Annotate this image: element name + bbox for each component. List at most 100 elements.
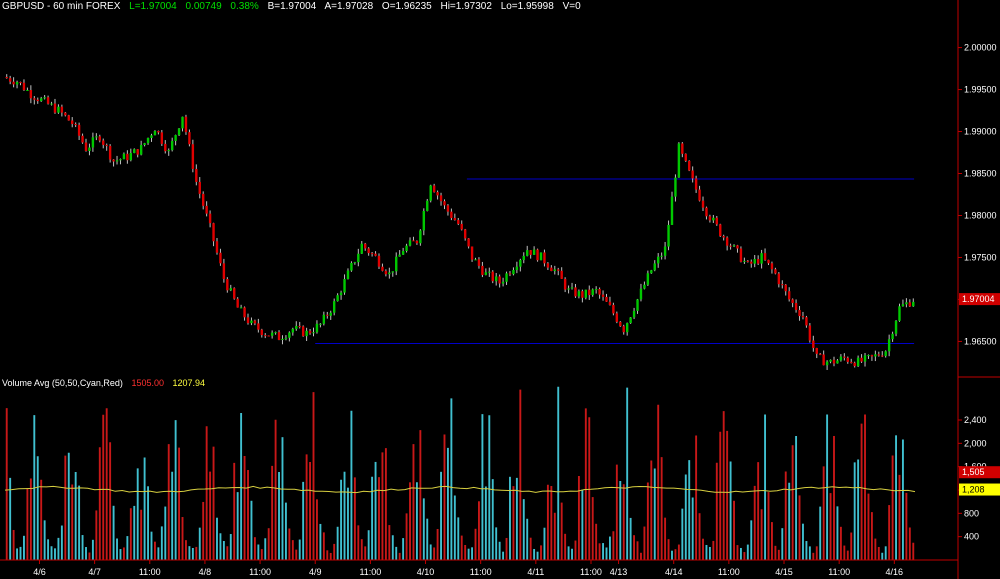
candle-body [557,269,560,271]
time-tick-label: 4/14 [665,567,683,577]
candle-body [346,270,350,280]
price-tick-label: 1.99000 [964,127,997,137]
candle-body [157,130,160,133]
candle-body [581,291,584,298]
candle-body [881,355,884,357]
price-chart[interactable]: 2.00000 1.99500 1.99000 1.98500 1.98000 1.975… [0,0,1000,579]
candle-body [808,325,812,341]
candle-body [405,245,408,251]
low-price: Lo=1.95998 [500,1,554,12]
volume-tick-label: 800 [964,508,979,518]
candle-body [539,252,543,261]
candle-body [894,320,898,334]
candle-body [291,328,295,333]
candle-body [443,201,446,206]
candle-body [315,323,319,333]
candle-body [360,243,363,254]
candle-body [253,320,257,324]
candle-body [791,299,794,303]
time-tick-label: 4/15 [775,567,793,577]
candle-body [205,205,208,214]
candle-body [270,332,274,336]
candle-body [591,289,594,296]
candle-body [74,124,77,126]
candle-body [877,354,881,356]
high-price: Hi=1.97302 [440,1,492,12]
candle-body [784,284,787,292]
candle-body [136,149,139,155]
candle-body [26,89,29,91]
candle-body [801,316,805,318]
time-tick-label: 4/7 [88,567,101,577]
candle-body [598,288,601,295]
candle-body [870,355,874,357]
candle-body [646,273,650,285]
candle-body [746,260,750,262]
candle-body [108,145,112,160]
volume-pane[interactable] [4,386,916,560]
candle-body [643,284,646,289]
candle-body [167,150,170,152]
candle-body [257,323,260,330]
candle-body [477,259,481,266]
candle-body [33,98,36,100]
ask-price: A=1.97028 [324,1,374,12]
change-value: 0.00749 [185,1,222,12]
price-axis: 2.00000 1.99500 1.99000 1.98500 1.98000 1.975… [0,0,1000,579]
time-tick-label: 4/11 [527,567,544,577]
candle-body [29,89,33,99]
candle-body [233,288,236,299]
time-tick-label: 11:00 [249,567,271,577]
candle-body [743,260,746,262]
candle-body [829,359,832,362]
candle-body [605,296,608,302]
candle-body [850,361,853,363]
candle-body [102,140,105,145]
candle-body [787,291,791,300]
candle-body [398,254,401,257]
candle-body [712,217,715,221]
candle-body [243,307,246,318]
candle-body [357,253,360,263]
candle-body [584,289,588,298]
candle-body [364,243,367,249]
candle-body [460,223,463,230]
candle-body [574,287,577,297]
candle-body [777,273,781,285]
candle-body [129,153,133,161]
candle-body [815,348,818,354]
candle-body [91,137,95,148]
candle-body [898,306,901,321]
candle-body [629,317,632,324]
candle-body [508,273,512,275]
candle-body [22,82,26,91]
volume-tick-label: 400 [964,532,979,542]
candle-body [694,178,698,190]
candle-body [164,143,167,152]
time-tick-label: 4/16 [886,567,904,577]
price-pane[interactable] [5,74,915,370]
candle-body [281,338,284,341]
price-tick-label: 1.99500 [964,85,997,95]
candle-body [653,263,656,271]
candle-body [767,259,770,264]
price-tick-label: 1.96500 [964,336,997,346]
candle-body [332,301,336,313]
candle-body [184,116,188,133]
candle-body [274,332,277,334]
candle-body [77,124,81,136]
candle-body [674,177,677,197]
candle-body [64,112,67,116]
candle-body [519,260,522,267]
time-tick-label: 4/6 [33,567,46,577]
candle-body [143,143,146,145]
candle-body [353,262,357,264]
candle-body [601,294,605,297]
candle-body [543,252,546,264]
candle-body [560,270,563,279]
volume-indicator-label: Volume Avg (50,50,Cyan,Red) [2,378,123,388]
candle-body [532,249,536,255]
candle-body [494,276,498,282]
candle-body [39,98,43,102]
candle-body [774,269,777,274]
